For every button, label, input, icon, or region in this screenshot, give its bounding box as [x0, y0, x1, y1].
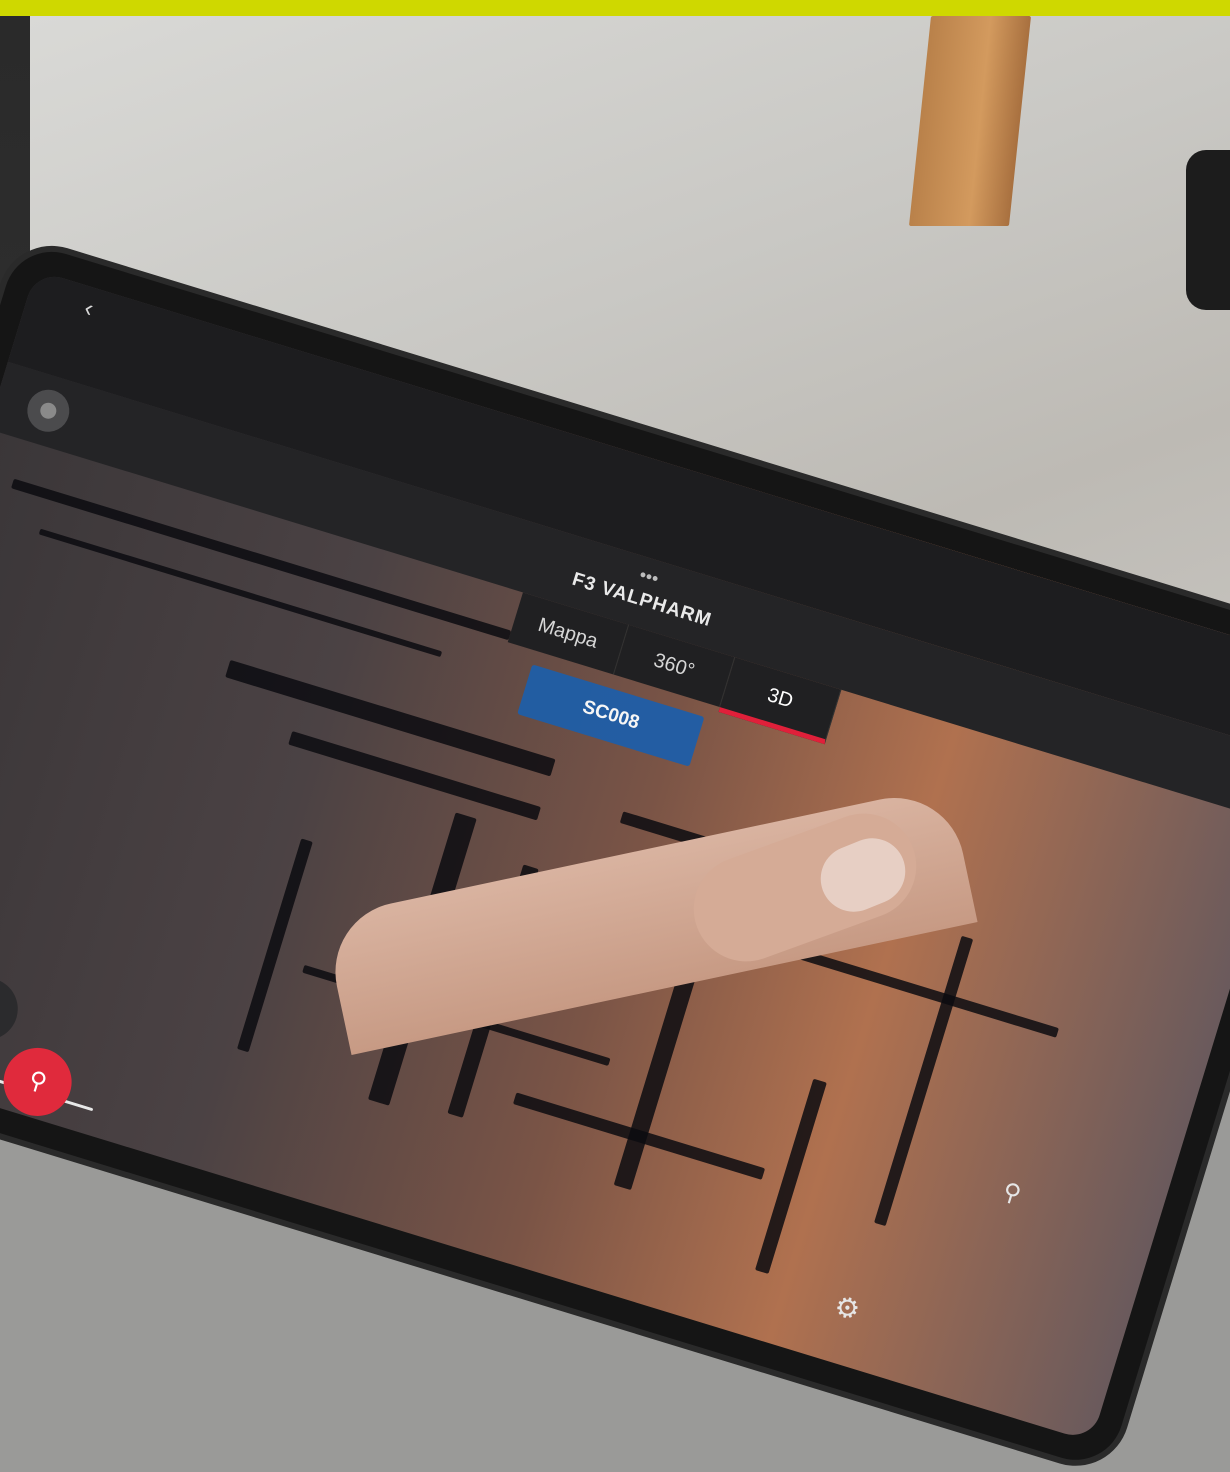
cloud-streak — [237, 838, 313, 1053]
pin-icon: ⚲ — [25, 1065, 51, 1097]
background-post — [1186, 150, 1230, 310]
cloud-streak — [755, 1078, 827, 1274]
top-accent-bar — [0, 0, 1230, 16]
cloud-streak — [225, 659, 556, 777]
